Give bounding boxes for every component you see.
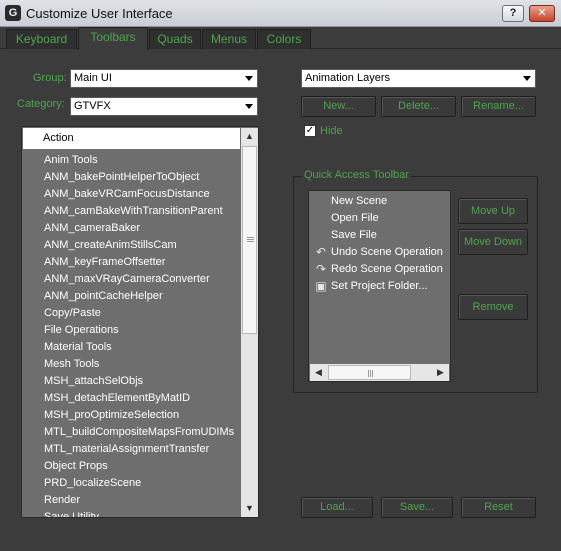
grip-icon [247, 237, 254, 238]
remove-button[interactable]: Remove [458, 294, 528, 320]
action-list-scrollbar[interactable]: ▲ ▼ [241, 128, 258, 517]
tab-menus[interactable]: Menus [202, 29, 256, 49]
hide-checkbox[interactable]: ✓ [304, 125, 316, 137]
list-item[interactable]: ANM_cameraBaker [44, 220, 140, 237]
list-item[interactable]: ANM_camBakeWithTransitionParent [44, 203, 223, 220]
scroll-down-arrow-icon[interactable]: ▼ [241, 500, 258, 517]
tab-quads[interactable]: Quads [149, 29, 201, 49]
action-list-header[interactable]: Action [23, 128, 240, 149]
help-button[interactable]: ? [502, 5, 524, 22]
group-dropdown[interactable]: Main UI [70, 69, 258, 88]
scrollbar-thumb[interactable] [242, 146, 257, 334]
list-item[interactable]: ANM_keyFrameOffsetter [44, 254, 165, 271]
list-item[interactable]: Render [44, 492, 80, 509]
hide-label: Hide [320, 125, 343, 137]
scroll-up-arrow-icon[interactable]: ▲ [241, 128, 258, 145]
tab-keyboard[interactable]: Keyboard [6, 29, 77, 49]
list-item[interactable]: File Operations [44, 322, 119, 339]
list-item[interactable]: ANM_maxVRayCameraConverter [44, 271, 210, 288]
redo-icon: ↷ [315, 262, 327, 276]
tab-toolbars[interactable]: Toolbars [78, 27, 148, 50]
delete-toolbar-button[interactable]: Delete... [381, 96, 456, 117]
toolbar-dropdown-value: Animation Layers [305, 72, 390, 84]
project-folder-icon: ▣ [315, 279, 327, 293]
window-title: Customize User Interface [26, 6, 173, 21]
title-bar: G Customize User Interface ? ✕ [0, 0, 561, 27]
toolbar-dropdown[interactable]: Animation Layers [301, 69, 536, 88]
grip-icon [368, 370, 369, 377]
chevron-down-icon [523, 76, 531, 81]
scrollbar-thumb[interactable] [328, 365, 411, 380]
list-item[interactable]: Anim Tools [44, 152, 98, 169]
list-item[interactable]: MTL_materialAssignmentTransfer [44, 441, 209, 458]
undo-icon: ↶ [315, 245, 327, 259]
quick-access-scrollbar[interactable]: ◀ ▶ [310, 364, 449, 381]
list-item[interactable]: Object Props [44, 458, 108, 475]
category-dropdown-value: GTVFX [74, 100, 111, 112]
list-item[interactable]: Save Utility [44, 509, 99, 517]
app-logo-icon: G [5, 5, 21, 21]
move-up-button[interactable]: Move Up [458, 198, 528, 224]
list-item[interactable]: ANM_createAnimStillsCam [44, 237, 177, 254]
chevron-down-icon [245, 76, 253, 81]
list-item[interactable]: Open File [331, 210, 379, 227]
tab-colors[interactable]: Colors [257, 29, 311, 49]
list-item[interactable]: MSH_attachSelObjs [44, 373, 143, 390]
list-item[interactable]: Set Project Folder... [331, 278, 428, 295]
quick-access-title: Quick Access Toolbar [302, 169, 411, 181]
category-dropdown[interactable]: GTVFX [70, 97, 258, 116]
rename-toolbar-button[interactable]: Rename... [461, 96, 536, 117]
list-item[interactable]: New Scene [331, 193, 387, 210]
action-list[interactable]: Action Anim Tools ANM_bakePointHelperToO… [21, 126, 259, 518]
category-label: Category: [17, 98, 65, 110]
list-item[interactable]: MSH_proOptimizeSelection [44, 407, 179, 424]
list-item[interactable]: MSH_detachElementByMatID [44, 390, 190, 407]
chevron-down-icon [245, 104, 253, 109]
list-item[interactable]: ANM_bakeVRCamFocusDistance [44, 186, 210, 203]
list-item[interactable]: ANM_pointCacheHelper [44, 288, 163, 305]
list-item[interactable]: Material Tools [44, 339, 112, 356]
list-item[interactable]: Mesh Tools [44, 356, 99, 373]
quick-access-list[interactable]: New Scene Open File Save File ↶ Undo Sce… [308, 190, 451, 382]
list-item[interactable]: Copy/Paste [44, 305, 101, 322]
list-item[interactable]: Undo Scene Operation [331, 244, 443, 261]
list-item[interactable]: Save File [331, 227, 377, 244]
load-button[interactable]: Load... [301, 497, 373, 518]
new-toolbar-button[interactable]: New... [301, 96, 376, 117]
save-button[interactable]: Save... [381, 497, 453, 518]
list-item[interactable]: Redo Scene Operation [331, 261, 443, 278]
reset-button[interactable]: Reset [461, 497, 536, 518]
list-item[interactable]: PRD_localizeScene [44, 475, 141, 492]
list-item[interactable]: ANM_bakePointHelperToObject [44, 169, 199, 186]
group-label: Group: [33, 72, 67, 84]
list-item[interactable]: MTL_buildCompositeMapsFromUDIMs [44, 424, 234, 441]
tab-strip: Keyboard Toolbars Quads Menus Colors [0, 27, 561, 50]
scroll-left-arrow-icon[interactable]: ◀ [310, 364, 327, 381]
group-dropdown-value: Main UI [74, 72, 112, 84]
scroll-right-arrow-icon[interactable]: ▶ [432, 364, 449, 381]
move-down-button[interactable]: Move Down [458, 229, 528, 255]
close-button[interactable]: ✕ [529, 5, 555, 22]
